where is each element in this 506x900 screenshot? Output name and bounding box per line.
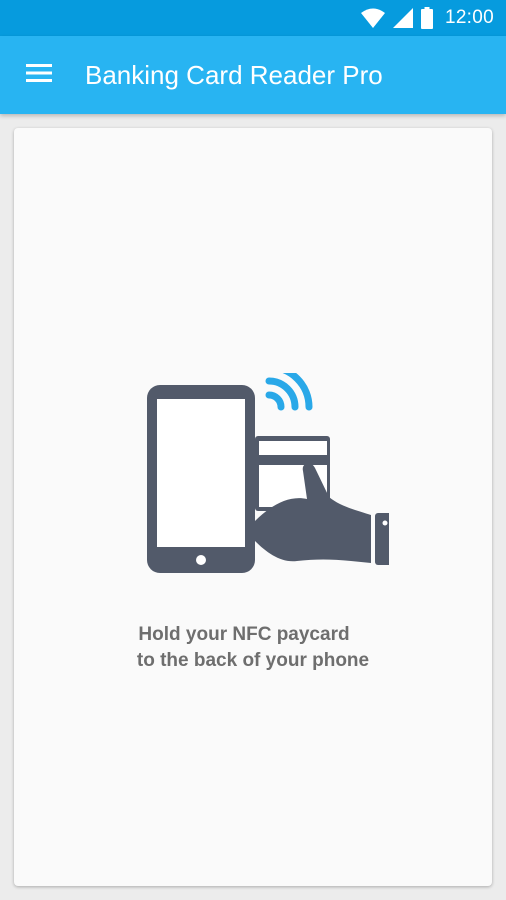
instruction-line-2: to the back of your phone xyxy=(136,650,370,671)
nfc-wave-icon xyxy=(265,363,313,411)
cell-signal-icon xyxy=(392,8,413,28)
phone-icon xyxy=(147,385,255,573)
wifi-icon xyxy=(360,8,385,28)
status-time: 12:00 xyxy=(444,7,494,28)
status-icons: 12:00 xyxy=(360,0,494,36)
status-bar: 12:00 xyxy=(0,0,506,36)
hamburger-menu-icon xyxy=(26,63,52,88)
battery-icon xyxy=(420,7,433,29)
instruction-line-1: Hold your NFC paycard xyxy=(138,624,350,645)
app-title: Banking Card Reader Pro xyxy=(85,60,383,90)
menu-button[interactable] xyxy=(16,53,62,97)
app-bar: Banking Card Reader Pro xyxy=(0,36,506,114)
instruction-text: Hold your NFC paycard to the back of you… xyxy=(14,622,492,674)
main-card: Hold your NFC paycard to the back of you… xyxy=(14,128,492,886)
phone-card-nfc-illustration xyxy=(139,363,395,578)
